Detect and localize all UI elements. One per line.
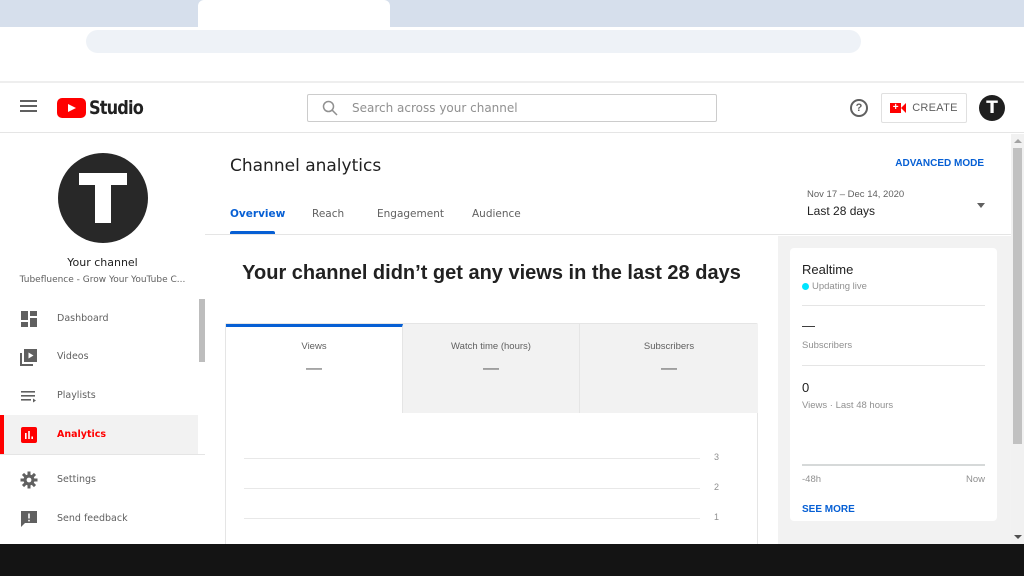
channel-title: Your channel (67, 256, 138, 269)
studio-header: Studio ? + CREATE T (0, 83, 1024, 133)
channel-name: Tubefluence - Grow Your YouTube C... (19, 275, 186, 285)
search-icon (322, 100, 338, 116)
realtime-x-end: Now (965, 474, 985, 485)
realtime-views-label: Views · Last 48 hours (802, 400, 894, 411)
metric-label: Watch time (hours) (451, 341, 531, 352)
right-panel: Realtime Updating live — Subscribers 0 V… (778, 236, 1011, 544)
gear-icon (20, 471, 38, 488)
realtime-x-start: -48h (802, 474, 822, 485)
caret-down-icon (977, 203, 985, 208)
realtime-status: Updating live (802, 281, 867, 292)
sidebar-item-label: Playlists (57, 390, 96, 401)
date-range-dates: Nov 17 – Dec 14, 2020 (807, 189, 905, 200)
realtime-divider (802, 305, 985, 306)
browser-active-tab[interactable] (198, 0, 390, 27)
tab-audience[interactable]: Audience (472, 208, 521, 220)
active-tab-indicator (230, 231, 275, 234)
realtime-subscribers-label: Subscribers (802, 340, 853, 351)
os-taskbar (0, 544, 1024, 576)
search-box[interactable] (307, 94, 717, 122)
sidebar-item-label: Settings (57, 474, 96, 485)
sidebar-item-playlists[interactable]: Playlists (0, 376, 198, 415)
dashboard-icon (21, 310, 37, 327)
account-avatar[interactable]: T (979, 95, 1005, 121)
realtime-title: Realtime (802, 262, 854, 277)
search-input[interactable] (352, 101, 692, 115)
channel-avatar[interactable] (58, 153, 148, 243)
browser-address-bar[interactable] (86, 30, 861, 53)
date-range-period: Last 28 days (807, 204, 876, 218)
chart-y-tick: 3 (714, 452, 720, 462)
sidebar-divider (0, 454, 205, 455)
tab-engagement[interactable]: Engagement (377, 208, 444, 220)
scrollbar-thumb[interactable] (1013, 148, 1022, 444)
page-scrollbar[interactable] (1011, 134, 1024, 544)
metric-tab-subscribers[interactable]: Subscribers — (580, 324, 758, 413)
browser-tab-strip (0, 0, 1024, 27)
date-range-selector[interactable]: Nov 17 – Dec 14, 2020 Last 28 days (807, 189, 987, 225)
menu-icon[interactable] (20, 100, 37, 114)
playlists-icon (21, 390, 36, 402)
metric-label: Views (301, 341, 327, 352)
analytics-header: Channel analytics ADVANCED MODE Overview… (205, 134, 1011, 235)
sidebar-item-label: Analytics (57, 429, 107, 440)
metric-value: — (661, 360, 677, 377)
sidebar-item-label: Send feedback (57, 513, 128, 524)
chart-y-tick: 2 (714, 482, 720, 492)
metric-value: — (483, 360, 499, 377)
youtube-play-icon (57, 98, 86, 118)
create-button[interactable]: + CREATE (881, 93, 967, 123)
sidebar: Your channel Tubefluence - Grow Your You… (0, 134, 205, 544)
metric-value: — (306, 360, 322, 377)
analytics-overview: Your channel didn’t get any views in the… (205, 236, 778, 563)
realtime-views-value: 0 (802, 380, 810, 395)
chart-gridline (244, 518, 700, 519)
create-label: CREATE (912, 102, 958, 114)
chart-y-tick: 1 (714, 512, 720, 522)
realtime-chart-axis (802, 464, 985, 466)
sidebar-item-label: Dashboard (57, 313, 109, 324)
chart-gridline (244, 488, 700, 489)
tab-reach[interactable]: Reach (312, 208, 344, 220)
create-plus-glyph: + (890, 103, 902, 113)
studio-logo[interactable]: Studio (57, 97, 152, 119)
realtime-divider (802, 365, 985, 366)
logo-text: Studio (89, 97, 144, 119)
realtime-card: Realtime Updating live — Subscribers 0 V… (790, 248, 997, 521)
sidebar-item-settings[interactable]: Settings (0, 460, 198, 499)
help-icon[interactable]: ? (850, 99, 868, 117)
metric-label: Subscribers (643, 341, 695, 352)
scroll-down-arrow-icon[interactable] (1014, 535, 1022, 539)
see-more-link[interactable]: SEE MORE (802, 504, 855, 515)
realtime-subscribers-value: — (802, 318, 815, 333)
sidebar-item-label: Videos (57, 351, 89, 362)
overview-headline: Your channel didn’t get any views in the… (242, 262, 741, 284)
metric-tab-views[interactable]: Views — (226, 324, 403, 413)
realtime-status-text: Updating live (812, 281, 867, 292)
feedback-icon (21, 510, 37, 527)
page-title: Channel analytics (230, 156, 382, 176)
sidebar-item-videos[interactable]: Videos (0, 337, 198, 376)
chart-gridline (244, 458, 700, 459)
sidebar-item-analytics[interactable]: Analytics (0, 415, 198, 454)
metrics-card: Views — Watch time (hours) — Subscribers… (225, 323, 758, 563)
scroll-up-arrow-icon[interactable] (1014, 139, 1022, 143)
sidebar-item-send-feedback[interactable]: Send feedback (0, 499, 198, 538)
videos-icon (20, 348, 37, 366)
analytics-icon (21, 426, 37, 443)
metric-tab-watch-time[interactable]: Watch time (hours) — (403, 324, 580, 413)
live-dot-icon (802, 283, 809, 290)
advanced-mode-link[interactable]: ADVANCED MODE (895, 158, 984, 169)
tab-overview[interactable]: Overview (230, 208, 285, 220)
create-video-icon: + (890, 103, 907, 113)
sidebar-item-dashboard[interactable]: Dashboard (0, 299, 198, 338)
